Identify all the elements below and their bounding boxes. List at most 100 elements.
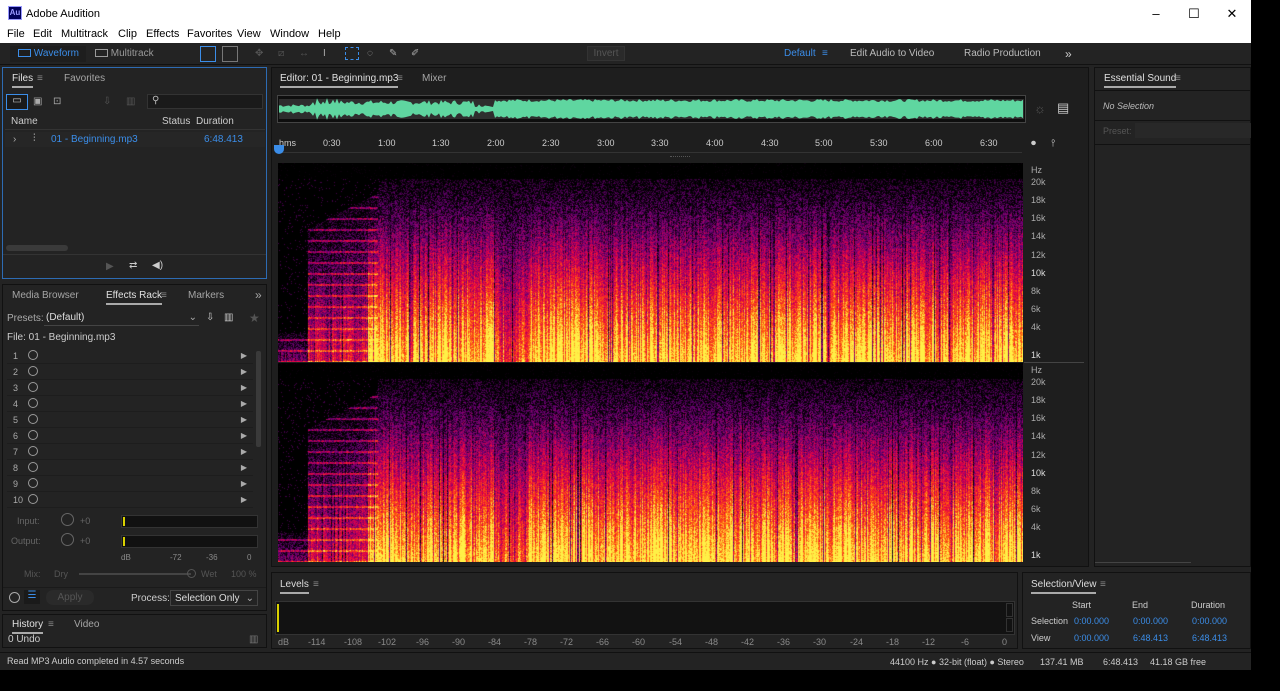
workspace-menu-icon[interactable]: ≡ [822, 46, 828, 62]
slot-arrow-icon[interactable]: ▶ [241, 495, 247, 504]
workspace-edit-audio-to-video[interactable]: Edit Audio to Video [850, 46, 934, 62]
slot-arrow-icon[interactable]: ▶ [241, 367, 247, 376]
effect-slot[interactable]: 7 ▶ [7, 445, 253, 460]
loop-icon[interactable]: ⇄ [129, 260, 137, 271]
preset-dropdown[interactable] [1135, 123, 1251, 138]
mix-slider-handle[interactable] [187, 569, 196, 578]
slot-arrow-icon[interactable]: ▶ [241, 383, 247, 392]
open-file-icon[interactable]: ▭ [6, 94, 28, 110]
expand-chevron-icon[interactable]: › [13, 134, 16, 145]
power-icon[interactable] [28, 462, 38, 472]
rack-scrollbar[interactable] [256, 351, 261, 447]
tab-effects-rack[interactable]: Effects Rack [106, 290, 162, 305]
tab-editor[interactable]: Editor: 01 - Beginning.mp3 [280, 73, 399, 88]
tab-files[interactable]: Files [12, 73, 34, 88]
power-icon[interactable] [28, 366, 38, 376]
effects-panel-menu-icon[interactable]: ≡ [161, 290, 167, 301]
tab-favorites[interactable]: Favorites [64, 73, 105, 84]
power-icon[interactable] [28, 414, 38, 424]
menu-edit[interactable]: Edit [33, 28, 52, 40]
effect-slot[interactable]: 4 ▶ [7, 397, 253, 412]
new-file-icon[interactable]: ⊡ [53, 96, 61, 107]
time-ruler[interactable]: hms 0:30 1:00 1:30 2:00 2:30 3:00 3:30 4… [274, 135, 1022, 154]
menu-clip[interactable]: Clip [118, 28, 137, 40]
history-panel-menu-icon[interactable]: ≡ [48, 619, 54, 630]
power-icon[interactable] [28, 446, 38, 456]
slot-arrow-icon[interactable]: ▶ [241, 399, 247, 408]
spectrogram-right-channel[interactable] [278, 363, 1023, 562]
files-panel-menu-icon[interactable]: ≡ [37, 73, 43, 84]
presets-dropdown[interactable]: (Default) ⌄ [44, 310, 199, 326]
power-icon[interactable] [28, 430, 38, 440]
history-clear-icon[interactable]: ▥ [249, 634, 258, 645]
show-spectral-icon[interactable] [222, 46, 238, 62]
save-preset-icon[interactable]: ⇩ [206, 312, 214, 323]
clip-indicator-left[interactable] [1006, 603, 1013, 617]
menu-view[interactable]: View [237, 28, 261, 40]
rack-power-icon[interactable] [9, 592, 20, 603]
tab-media-browser[interactable]: Media Browser [12, 290, 79, 301]
levels-menu-icon[interactable]: ≡ [313, 579, 319, 590]
workspace-radio-production[interactable]: Radio Production [964, 46, 1041, 62]
view-end[interactable]: 6:48.413 [1133, 633, 1168, 643]
selection-start[interactable]: 0:00.000 [1074, 616, 1109, 626]
selection-duration[interactable]: 0:00.000 [1192, 616, 1227, 626]
mix-slider-track[interactable] [79, 573, 191, 575]
slot-arrow-icon[interactable]: ▶ [241, 479, 247, 488]
essential-sound-title[interactable]: Essential Sound [1104, 73, 1177, 88]
list-view-icon[interactable]: ☰ [24, 590, 40, 604]
more-workspaces-icon[interactable]: » [1065, 46, 1072, 62]
history-entry[interactable]: 0 Undo [8, 634, 40, 645]
editor-menu-icon[interactable]: ≡ [397, 73, 403, 84]
spot-healing-icon[interactable]: ✐ [411, 46, 425, 62]
power-icon[interactable] [28, 478, 38, 488]
power-icon[interactable] [28, 494, 38, 504]
slot-arrow-icon[interactable]: ▶ [241, 447, 247, 456]
waveform-view-button[interactable]: Waveform [10, 46, 86, 62]
power-icon[interactable] [28, 382, 38, 392]
power-icon[interactable] [28, 398, 38, 408]
more-panels-icon[interactable]: » [255, 288, 262, 302]
power-icon[interactable] [28, 350, 38, 360]
column-duration[interactable]: Duration [196, 116, 234, 127]
slot-arrow-icon[interactable]: ▶ [241, 431, 247, 440]
clip-indicator-right[interactable] [1006, 618, 1013, 632]
files-search-input[interactable]: ⚲ [147, 94, 263, 109]
autoplay-icon[interactable]: ◀) [152, 260, 163, 271]
file-row[interactable]: › ⫶ 01 - Beginning.mp3 6:48.413 [5, 132, 265, 147]
effect-slot[interactable]: 2 ▶ [7, 365, 253, 380]
input-knob-icon[interactable] [61, 513, 74, 526]
delete-preset-icon[interactable]: ▥ [224, 312, 233, 323]
slot-arrow-icon[interactable]: ▶ [241, 351, 247, 360]
selection-end[interactable]: 0:00.000 [1133, 616, 1168, 626]
process-dropdown[interactable]: Selection Only ⌄ [170, 590, 258, 606]
menu-favorites[interactable]: Favorites [187, 28, 232, 40]
move-tool-icon[interactable]: ✥ [255, 46, 269, 62]
snap-icon[interactable]: ⏺ [1031, 138, 1036, 149]
tab-video[interactable]: Video [74, 619, 99, 630]
output-knob-icon[interactable] [61, 533, 74, 546]
lasso-tool-icon[interactable]: ◌ [367, 46, 381, 62]
effect-slot[interactable]: 9 ▶ [7, 477, 253, 492]
effect-slot[interactable]: 6 ▶ [7, 429, 253, 444]
pin-icon[interactable]: ⫯ [1051, 138, 1055, 149]
show-waveform-icon[interactable] [200, 46, 216, 62]
column-status[interactable]: Status [162, 116, 190, 127]
view-duration[interactable]: 6:48.413 [1192, 633, 1227, 643]
time-selection-tool-icon[interactable]: I [323, 46, 333, 62]
selection-view-menu-icon[interactable]: ≡ [1100, 579, 1106, 590]
invert-button[interactable]: Invert [587, 46, 625, 61]
apply-button[interactable]: Apply [46, 590, 94, 605]
column-name[interactable]: Name [11, 116, 38, 127]
marquee-tool-icon[interactable] [345, 47, 359, 60]
effect-slot[interactable]: 3 ▶ [7, 381, 253, 396]
menu-file[interactable]: File [7, 28, 25, 40]
maximize-button[interactable]: ☐ [1175, 0, 1213, 27]
import-file-icon[interactable]: ▣ [33, 96, 42, 107]
slot-arrow-icon[interactable]: ▶ [241, 463, 247, 472]
close-button[interactable]: ✕ [1213, 0, 1251, 27]
effect-slot[interactable]: 5 ▶ [7, 413, 253, 428]
brush-tool-icon[interactable]: ✎ [389, 46, 403, 62]
playhead-marker[interactable] [274, 145, 284, 154]
multitrack-view-button[interactable]: Multitrack [89, 46, 161, 62]
